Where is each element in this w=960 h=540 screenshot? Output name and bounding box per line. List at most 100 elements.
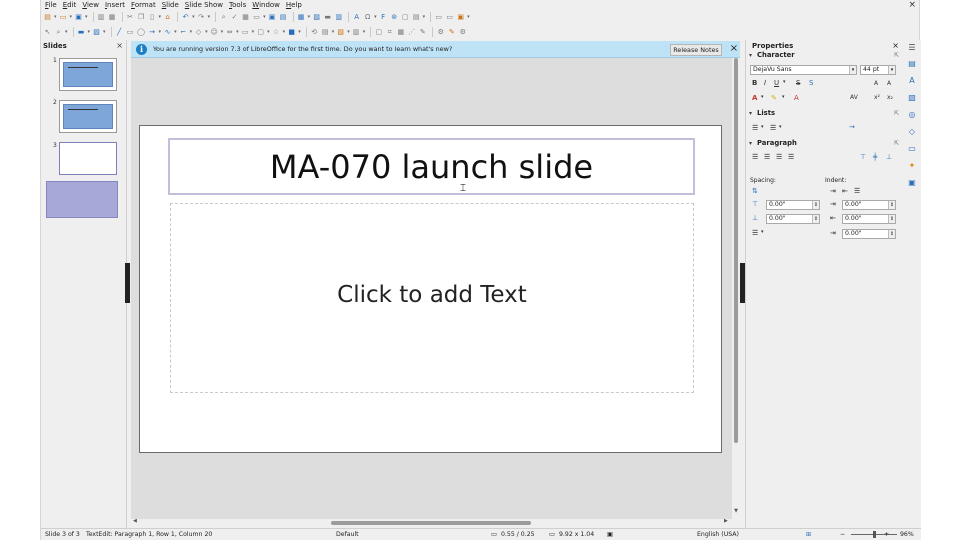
cut-icon[interactable]: ✂ <box>126 13 135 22</box>
chevron-down-icon[interactable]: ▾ <box>888 66 895 74</box>
scroll-left-icon[interactable]: ◀ <box>133 518 137 524</box>
zoom-in-icon[interactable]: + <box>884 529 889 540</box>
hyperlink-icon[interactable]: ⊚ <box>390 13 399 22</box>
select-icon[interactable]: ↖ <box>43 28 52 37</box>
slide-thumbnail-1[interactable] <box>59 58 117 91</box>
align-icon[interactable]: ▤ <box>321 28 330 37</box>
export-pdf-icon[interactable]: ▥ <box>97 13 106 22</box>
glue-points-icon[interactable]: ✎ <box>418 28 427 37</box>
slide-layout-icon[interactable]: ▤ <box>279 13 288 22</box>
slides-pane-collapse-handle[interactable] <box>125 263 130 303</box>
shadow-icon[interactable]: ▢ <box>374 28 383 37</box>
horizontal-scrollbar[interactable]: ◀ ▶ <box>131 518 740 527</box>
spelling-icon[interactable]: ✓ <box>230 13 239 22</box>
undo-icon[interactable]: ↶ <box>181 13 190 22</box>
curve-icon[interactable]: ∿ <box>163 28 172 37</box>
flowchart-icon[interactable]: ▭ <box>241 28 250 37</box>
find-replace-icon[interactable]: ⌕ <box>219 13 228 22</box>
redo-icon[interactable]: ↷ <box>197 13 206 22</box>
ordered-list-icon[interactable]: ☰ <box>770 124 776 132</box>
line-spacing-icon[interactable]: ☰ <box>752 229 758 237</box>
navigator-tab-icon[interactable]: ◎ <box>906 109 918 121</box>
gallery-tab-icon[interactable]: ▧ <box>906 92 918 104</box>
spin-icon[interactable]: ⇕ <box>888 230 895 238</box>
symbol-shapes-icon[interactable]: ☺ <box>210 28 219 37</box>
callouts-icon[interactable]: ▢ <box>256 28 265 37</box>
display-views-icon[interactable]: ▭ <box>252 13 261 22</box>
scroll-right-icon[interactable]: ▶ <box>724 518 728 524</box>
zoom-icon[interactable]: ⌕ <box>54 28 63 37</box>
line-color-icon[interactable]: ▬ <box>77 28 86 37</box>
connector-icon[interactable]: ⌐ <box>179 28 188 37</box>
spin-icon[interactable]: ⇕ <box>888 215 895 223</box>
zoom-level[interactable]: 96% <box>900 529 914 540</box>
fit-slide-icon[interactable]: ⊞ <box>806 529 811 540</box>
paragraph-section-header[interactable]: Paragraph⇱ <box>747 139 903 148</box>
clear-formatting-icon[interactable]: A <box>794 94 799 102</box>
align-top-icon[interactable]: ⊤ <box>860 153 866 161</box>
comment-icon[interactable]: ▢ <box>401 13 410 22</box>
infobar-close-button[interactable]: × <box>728 42 740 56</box>
italic-icon[interactable]: I <box>764 79 766 87</box>
shadow-text-icon[interactable]: S <box>809 79 813 87</box>
slide-show-icon[interactable]: ▣ <box>456 13 465 22</box>
clone-formatting-icon[interactable]: ⌂ <box>163 13 172 22</box>
toggle-extrusion-icon[interactable]: ⚙ <box>436 28 445 37</box>
chevron-down-icon[interactable]: ▾ <box>761 94 764 100</box>
basic-shapes-icon[interactable]: ◇ <box>194 28 203 37</box>
chevron-down-icon[interactable]: ▾ <box>779 124 782 130</box>
chevron-down-icon[interactable]: ▾ <box>849 66 856 74</box>
ellipse-icon[interactable]: ◯ <box>137 28 146 37</box>
print-icon[interactable]: ▦ <box>108 13 117 22</box>
crop-icon[interactable]: ⌗ <box>385 28 394 37</box>
align-left-icon[interactable]: ☰ <box>752 153 758 161</box>
image-icon[interactable]: ▧ <box>312 13 321 22</box>
rectangle-icon[interactable]: ▭ <box>126 28 135 37</box>
increase-indent-icon[interactable]: ⇥ <box>830 187 836 195</box>
font-color-icon[interactable]: A <box>752 94 757 102</box>
font-size-field[interactable]: 44 pt ▾ <box>860 65 896 75</box>
master-slides-tab-icon[interactable]: ▭ <box>906 143 918 155</box>
lists-section-header[interactable]: Lists⇱ <box>747 109 903 118</box>
align-center-icon[interactable]: ☰ <box>764 153 770 161</box>
open-icon[interactable]: ▭ <box>59 13 68 22</box>
master-slide-icon[interactable]: ▣ <box>268 13 277 22</box>
menu-help[interactable]: Help <box>283 0 305 10</box>
spin-icon[interactable]: ⇕ <box>888 201 895 209</box>
more-options-icon[interactable]: ⇱ <box>894 139 899 148</box>
chevron-down-icon[interactable]: ▾ <box>761 124 764 130</box>
menu-window[interactable]: Window <box>249 0 283 10</box>
spacing-above-field[interactable]: 0.00" ⇕ <box>766 200 820 210</box>
vertical-scroll-thumb[interactable] <box>734 58 738 443</box>
sidebar-menu-icon[interactable]: ☰ <box>906 42 918 54</box>
styles-tab-icon[interactable]: A <box>906 75 918 87</box>
strikethrough-icon[interactable]: S <box>796 79 800 87</box>
align-right-icon[interactable]: ☰ <box>776 153 782 161</box>
spin-icon[interactable]: ⇕ <box>812 215 819 223</box>
slide-thumbnail-2[interactable] <box>59 100 117 133</box>
menu-slide[interactable]: Slide <box>159 0 182 10</box>
properties-close-button[interactable]: × <box>892 41 899 50</box>
content-placeholder[interactable]: Click to add Text <box>170 203 694 393</box>
new-icon[interactable]: ▤ <box>43 13 52 22</box>
chevron-down-icon[interactable]: ▾ <box>782 94 785 100</box>
superscript-icon[interactable]: x² <box>874 94 880 101</box>
chevron-down-icon[interactable]: ▾ <box>761 229 764 235</box>
chevron-down-icon[interactable]: ▾ <box>783 79 786 85</box>
horizontal-scroll-thumb[interactable] <box>331 521 531 525</box>
interaction-icon[interactable]: ⚙ <box>458 28 467 37</box>
unordered-list-icon[interactable]: ☰ <box>752 124 758 132</box>
slides-pane-close-button[interactable]: × <box>116 41 123 50</box>
character-spacing-icon[interactable]: AV <box>850 94 858 101</box>
scroll-down-icon[interactable]: ▼ <box>732 508 740 514</box>
decrease-font-icon[interactable]: A <box>887 80 891 87</box>
menu-format[interactable]: Format <box>128 0 159 10</box>
align-bottom-icon[interactable]: ⊥ <box>886 153 892 161</box>
fontwork-effects-icon[interactable]: ✎ <box>447 28 456 37</box>
spin-icon[interactable]: ⇕ <box>812 201 819 209</box>
fontwork-icon[interactable]: F <box>379 13 388 22</box>
more-options-icon[interactable]: ⇱ <box>894 51 899 60</box>
display-grid-icon[interactable]: ▦ <box>241 13 250 22</box>
highlight-color-icon[interactable]: ✎ <box>771 94 777 102</box>
line-icon[interactable]: ╱ <box>115 28 124 37</box>
